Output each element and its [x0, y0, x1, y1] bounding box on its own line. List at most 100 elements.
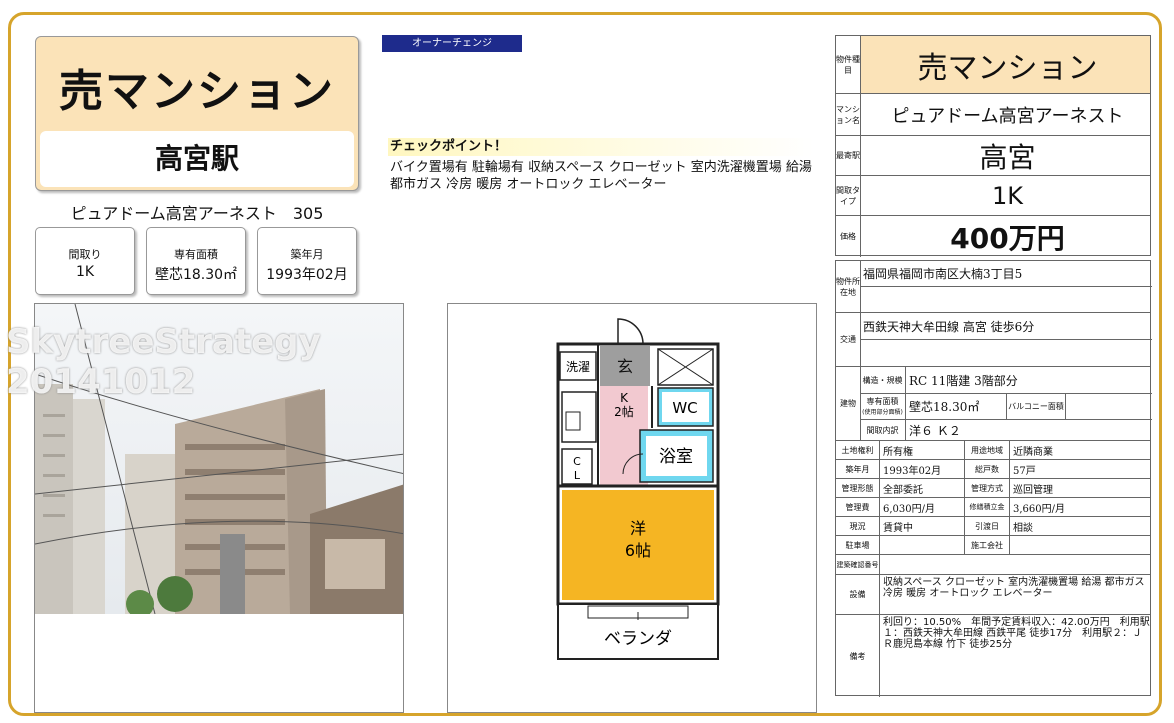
detail-row-address: 物件所在地 福岡県福岡市南区大楠3丁目5 [836, 261, 1152, 313]
rooms-value: 洋６ Ｋ２ [909, 423, 961, 438]
parking-value [880, 536, 964, 554]
balcony-value [1066, 393, 1152, 419]
detail-row-equipment: 設備 収納スペース クローゼット 室内洗濯機置場 給湯 都市ガス 冷房 暖房 オ… [836, 575, 1150, 615]
detail-row-confirm: 建築確認番号 [836, 555, 1150, 575]
watermark-line1: SkytreeStrategy [6, 322, 321, 362]
built-card: 築年月 1993年02月 [257, 227, 357, 295]
handover-value: 相談 [1013, 522, 1033, 534]
plan-label-cl2: L [574, 469, 581, 482]
title-card: 売マンション 高宮駅 [35, 36, 359, 191]
confirm-value [880, 555, 1152, 574]
mgmt-form-value: 全部委託 [883, 484, 923, 496]
equipment-label: 設備 [836, 575, 880, 614]
mgmt-form-label: 管理形態 [836, 479, 880, 497]
summary-name-value: ピュアドーム高宮アーネスト [891, 105, 1124, 127]
balcony-label: バルコニー面積 [1006, 393, 1066, 419]
mgmt-method-value: 巡回管理 [1013, 484, 1053, 496]
zoning-value: 近隣商業 [1013, 446, 1053, 458]
plan-label-cl1: C [573, 455, 581, 468]
building-structure-row: 構造・規模 RC 11階建 3階部分 [860, 367, 1152, 394]
area-value: 壁芯18.30㎡ [909, 399, 980, 414]
detail-transport-label: 交通 [836, 313, 861, 366]
units-label: 総戸数 [964, 460, 1010, 478]
layout-card-value: 1K [75, 264, 95, 280]
building-rooms-row: 間取内訳 洋６ Ｋ２ [860, 419, 1152, 441]
repair-value: 3,660円/月 [1013, 503, 1065, 515]
units-value: 57戸 [1013, 465, 1036, 477]
detail-row-parking: 駐車場 施工会社 [836, 536, 1150, 555]
handover-label: 引渡日 [964, 517, 1010, 535]
zoning-label: 用途地域 [964, 441, 1010, 459]
parking-label: 駐車場 [836, 536, 880, 554]
remarks-label: 備考 [836, 615, 880, 697]
summary-type-label: 物件種目 [836, 36, 861, 93]
status-label: 現況 [836, 517, 880, 535]
area-label-text: 専有面積 [866, 397, 899, 406]
summary-station-label: 最寄駅 [836, 136, 861, 175]
plan-label-room: 洋 [630, 519, 646, 538]
floor-plan: 洗濯 玄 K 2帖 WC 浴室 C L 洋 6帖 ベランダ [447, 303, 817, 713]
land-right-value: 所有権 [883, 446, 913, 458]
status-value: 賃貸中 [883, 522, 913, 534]
plan-label-washing: 洗濯 [566, 360, 590, 374]
equipment-value: 収納スペース クローゼット 室内洗濯機置場 給湯 都市ガス 冷房 暖房 オートロ… [883, 577, 1145, 599]
mgmt-fee-label: 管理費 [836, 498, 880, 516]
detail-row-built: 築年月 1993年02月 総戸数 57戸 [836, 460, 1150, 479]
detail-row-remarks: 備考 利回り：10.50% 年間予定賃料収入：42.00万円 利用駅１：西鉄天神… [836, 615, 1150, 697]
structure-label: 構造・規模 [860, 367, 906, 393]
summary-station-value: 高宮 [979, 140, 1036, 174]
plan-label-kitchen: K [620, 391, 629, 405]
area-label-sub: (使用部分面積) [862, 409, 903, 416]
summary-layout-label: 間取タイプ [836, 176, 861, 215]
repair-label: 修繕積立金 [964, 498, 1010, 516]
summary-row-price: 価格 400万円 [836, 216, 1150, 257]
summary-price-label: 価格 [836, 216, 861, 257]
page-title: 売マンション [59, 66, 335, 117]
detail-address-label: 物件所在地 [836, 261, 861, 312]
layout-card-label: 間取り [68, 248, 102, 261]
checkpoint-heading: チェックポイント！ [388, 138, 814, 156]
summary-type-value: 売マンション [917, 50, 1098, 86]
area-card-label: 専有面積 [174, 248, 218, 261]
plan-label-bath: 浴室 [659, 447, 693, 467]
land-right-label: 土地権利 [836, 441, 880, 459]
detail-row-fee: 管理費 6,030円/月 修繕積立金 3,660円/月 [836, 498, 1150, 517]
area-card-value: 壁芯18.30㎡ [154, 267, 238, 283]
built-label: 築年月 [836, 460, 880, 478]
builder-label: 施工会社 [964, 536, 1010, 554]
summary-table: 物件種目 売マンション マンション名 ピュアドーム高宮アーネスト 最寄駅 高宮 … [835, 35, 1151, 257]
detail-row-status: 現況 賃貸中 引渡日 相談 [836, 517, 1150, 536]
property-name: ピュアドーム高宮アーネスト 305 [70, 204, 324, 223]
plan-label-room-size: 6帖 [625, 541, 651, 560]
mgmt-method-label: 管理方式 [964, 479, 1010, 497]
checkpoint-text: バイク置場有 駐輪場有 収納スペース クローゼット 室内洗濯機置場 給湯 都市ガ… [390, 160, 812, 192]
structure-value: RC 11階建 3階部分 [909, 373, 1018, 388]
area-label: 専有面積 (使用部分面積) [860, 393, 906, 419]
built-card-label: 築年月 [290, 248, 324, 261]
watermark-line2: 20141012 [6, 362, 196, 402]
plan-label-genkan: 玄 [617, 357, 633, 376]
rooms-label: 間取内訳 [860, 419, 906, 441]
area-card: 専有面積 壁芯18.30㎡ [146, 227, 246, 295]
plan-label-kitchen-size: 2帖 [614, 404, 634, 419]
mgmt-fee-value: 6,030円/月 [883, 503, 935, 515]
station-title: 高宮駅 [40, 131, 354, 187]
building-area-row: 専有面積 (使用部分面積) 壁芯18.30㎡ バルコニー面積 [860, 393, 1152, 420]
confirm-label: 建築確認番号 [836, 555, 880, 574]
summary-row-layout: 間取タイプ 1K [836, 176, 1150, 216]
detail-building-label: 建物 [836, 367, 861, 440]
builder-value [1010, 536, 1152, 554]
detail-row-land: 土地権利 所有権 用途地域 近隣商業 [836, 441, 1150, 460]
built-value: 1993年02月 [883, 465, 942, 477]
detail-row-building: 建物 構造・規模 RC 11階建 3階部分 専有面積 (使用部分面積) 壁芯18… [836, 367, 1152, 441]
detail-table: 物件所在地 福岡県福岡市南区大楠3丁目5 交通 西鉄天神大牟田線 高宮 徒歩6分… [835, 260, 1152, 697]
plan-label-wc: WC [672, 399, 697, 417]
summary-row-station: 最寄駅 高宮 [836, 136, 1150, 176]
detail-transport-value: 西鉄天神大牟田線 高宮 徒歩6分 [860, 313, 1152, 340]
layout-card: 間取り 1K [35, 227, 135, 295]
detail-row-mgmt: 管理形態 全部委託 管理方式 巡回管理 [836, 479, 1150, 498]
summary-name-label: マンション名 [836, 94, 861, 135]
summary-row-type: 物件種目 売マンション [836, 36, 1150, 94]
detail-row-transport: 交通 西鉄天神大牟田線 高宮 徒歩6分 [836, 313, 1152, 367]
summary-price-value: 400万円 [950, 221, 1065, 255]
